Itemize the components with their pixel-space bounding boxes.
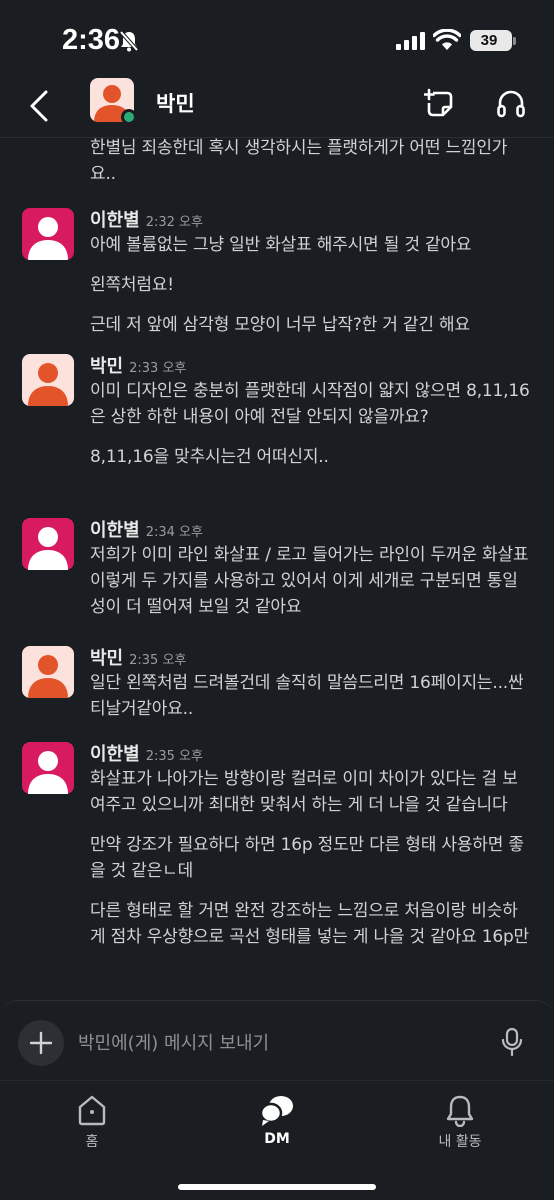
- message-header: 이한별 2:32 오후: [90, 206, 203, 232]
- canvas-icon[interactable]: [424, 88, 456, 120]
- bottom-tab-bar: 홈 DM 내 활동: [0, 1080, 554, 1200]
- user-silhouette-icon: [28, 751, 68, 794]
- message-header: 이한별 2:34 오후: [90, 516, 203, 542]
- message-paragraph: 다른 형태로 할 거면 완전 강조하는 느낌으로 처음이랑 비슷하게 점차 우상…: [90, 901, 529, 947]
- bell-icon: [446, 1095, 474, 1127]
- message-paragraph: 화살표가 나아가는 방향이랑 컬러로 이미 차이가 있다는 걸 보여주고 있으니…: [90, 769, 518, 815]
- battery-level: 39: [480, 32, 498, 49]
- add-attachment-button[interactable]: [18, 1020, 64, 1066]
- sender-name[interactable]: 박민: [90, 648, 123, 669]
- wifi-icon: [433, 29, 461, 50]
- status-bar: 2:36 39: [0, 0, 554, 82]
- tab-dm[interactable]: DM: [222, 1093, 332, 1163]
- sender-name[interactable]: 이한별: [90, 520, 140, 541]
- battery-icon: 39: [470, 30, 512, 51]
- message-timestamp: 2:34 오후: [145, 525, 203, 540]
- sender-avatar[interactable]: [22, 354, 74, 406]
- home-indicator: [178, 1184, 376, 1190]
- message-continuation: 한별님 죄송한데 혹시 생각하시는 플랫하게가 어떤 느낌인가요..: [90, 138, 508, 184]
- message-timestamp: 2:35 오후: [145, 749, 203, 764]
- tab-label: DM: [264, 1131, 290, 1147]
- message-body: 일단 왼쪽처럼 드려볼건데 솔직히 말씀드리면 16페이지는...싼티날거같아요…: [90, 670, 530, 736]
- message-header: 박민 2:35 오후: [90, 644, 186, 670]
- message-timestamp: 2:33 오후: [129, 361, 187, 376]
- message-header: 박민 2:33 오후: [90, 352, 186, 378]
- user-silhouette-icon: [28, 217, 68, 260]
- plus-icon: [29, 1031, 53, 1055]
- battery-tip: [513, 37, 516, 45]
- sender-name[interactable]: 박민: [90, 356, 123, 377]
- cellular-signal-icon: [396, 32, 425, 50]
- message-body: 화살표가 나아가는 방향이랑 컬러로 이미 차이가 있다는 걸 보여주고 있으니…: [90, 766, 530, 964]
- tab-label: 내 활동: [438, 1134, 482, 1150]
- message-paragraph: 저희가 이미 라인 화살표 / 로고 들어가는 라인이 두꺼운 화살표 이렇게 …: [90, 545, 529, 617]
- home-icon: [78, 1095, 106, 1126]
- message-paragraph: 이미 디자인은 충분히 플랫한데 시작점이 얇지 않으면 8,11,16은 상한…: [90, 381, 530, 427]
- user-silhouette-icon: [28, 655, 68, 698]
- message-body: 저희가 이미 라인 화살표 / 로고 들어가는 라인이 두꺼운 화살표 이렇게 …: [90, 542, 530, 634]
- user-silhouette-icon: [28, 363, 68, 406]
- message-paragraph: 아예 볼륨없는 그냥 일반 화살표 해주시면 될 것 같아요: [90, 235, 472, 255]
- tab-home[interactable]: 홈: [37, 1093, 147, 1163]
- message-composer: [0, 1000, 554, 1080]
- bell-off-icon: [119, 30, 139, 52]
- back-button[interactable]: [26, 88, 54, 124]
- tab-activity[interactable]: 내 활동: [405, 1093, 515, 1163]
- sender-avatar[interactable]: [22, 518, 74, 570]
- headphones-icon[interactable]: [495, 88, 527, 120]
- message-body: 아예 볼륨없는 그냥 일반 화살표 해주시면 될 것 같아요 왼쪽처럼요! 근데…: [90, 232, 530, 352]
- message-paragraph: 왼쪽처럼요!: [90, 275, 174, 295]
- microphone-icon[interactable]: [498, 1027, 526, 1057]
- message-input[interactable]: [78, 1027, 458, 1059]
- conversation-header: 박민: [0, 78, 554, 138]
- message-paragraph: 근데 저 앞에 삼각형 모양이 너무 납작?한 거 같긴 해요: [90, 315, 470, 335]
- dm-icon: [259, 1096, 293, 1126]
- sender-avatar[interactable]: [22, 208, 74, 260]
- message-paragraph: 8,11,16을 맞추시는건 어떠신지..: [90, 447, 329, 467]
- sender-avatar[interactable]: [22, 742, 74, 794]
- sender-name[interactable]: 이한별: [90, 744, 140, 765]
- conversation-title[interactable]: 박민: [156, 88, 195, 118]
- message-list[interactable]: 한별님 죄송한데 혹시 생각하시는 플랫하게가 어떤 느낌인가요.. 이한별 2:…: [0, 138, 554, 1000]
- tab-label: 홈: [85, 1134, 99, 1150]
- sender-name[interactable]: 이한별: [90, 210, 140, 231]
- message-header: 이한별 2:35 오후: [90, 740, 203, 766]
- presence-indicator: [121, 109, 137, 125]
- message-paragraph: 만약 강조가 필요하다 하면 16p 정도만 다른 형태 사용하면 좋을 것 같…: [90, 835, 524, 881]
- user-silhouette-icon: [28, 527, 68, 570]
- message-paragraph: 일단 왼쪽처럼 드려볼건데 솔직히 말씀드리면 16페이지는...싼티날거같아요…: [90, 673, 524, 719]
- sender-avatar[interactable]: [22, 646, 74, 698]
- message-body: 이미 디자인은 충분히 플랫한데 시작점이 얇지 않으면 8,11,16은 상한…: [90, 378, 530, 484]
- message-timestamp: 2:35 오후: [129, 653, 187, 668]
- message-timestamp: 2:32 오후: [145, 215, 203, 230]
- status-time: 2:36: [62, 24, 121, 56]
